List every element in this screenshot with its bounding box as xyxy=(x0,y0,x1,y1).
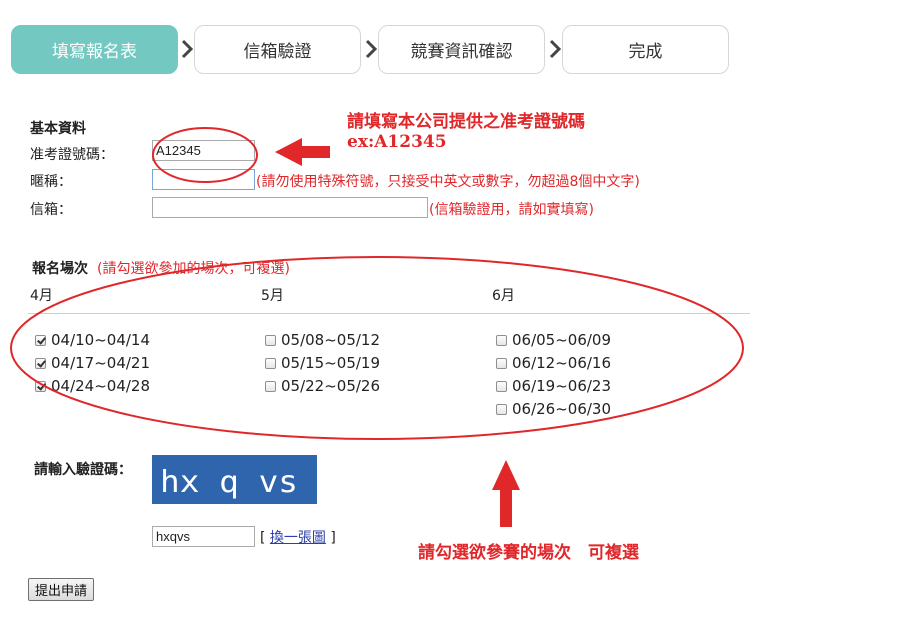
session-checkbox[interactable]: 04/10~04/14 xyxy=(35,331,150,349)
month-may-label: 5月 xyxy=(261,288,284,304)
step-fill-form: 填寫報名表 xyxy=(11,25,178,74)
checkbox-icon[interactable] xyxy=(496,403,507,415)
checkbox-icon[interactable] xyxy=(265,334,276,346)
checkbox-icon[interactable] xyxy=(265,357,276,369)
chevron-right-icon xyxy=(548,39,562,59)
month-june-label: 6月 xyxy=(492,288,515,304)
session-checkbox[interactable]: 06/05~06/09 xyxy=(496,331,611,349)
annotation-arrow-up-icon xyxy=(492,460,520,527)
email-hint: (信箱驗證用，請如實填寫) xyxy=(429,202,594,218)
step-confirm-info: 競賽資訊確認 xyxy=(378,25,545,74)
chevron-right-icon xyxy=(180,39,194,59)
divider xyxy=(28,313,750,314)
exam-id-input[interactable] xyxy=(152,140,255,161)
email-input[interactable] xyxy=(152,197,428,218)
session-checkbox[interactable]: 06/19~06/23 xyxy=(496,377,611,395)
nickname-label: 暱稱： xyxy=(30,174,72,190)
nickname-hint: (請勿使用特殊符號，只接受中英文或數字，勿超過8個中文字) xyxy=(256,174,640,190)
step-email-verify: 信箱驗證 xyxy=(194,25,361,74)
sessions-title: 報名場次 xyxy=(32,261,88,277)
chevron-right-icon xyxy=(364,39,378,59)
session-checkbox[interactable]: 05/15~05/19 xyxy=(265,354,380,372)
checkbox-icon[interactable] xyxy=(35,380,46,392)
checkbox-icon[interactable] xyxy=(35,357,46,369)
session-checkbox[interactable]: 04/24~04/28 xyxy=(35,377,150,395)
month-april-label: 4月 xyxy=(30,288,53,304)
nickname-input[interactable] xyxy=(152,169,255,190)
step-done: 完成 xyxy=(562,25,729,74)
email-label: 信箱： xyxy=(30,202,72,218)
annotation-arrow-left-icon xyxy=(275,138,330,166)
annotation-id-note-line2: ex:A12345 xyxy=(347,132,447,152)
basic-info-title: 基本資料 xyxy=(30,121,86,137)
refresh-captcha-link[interactable]: 換一張圖 xyxy=(270,530,326,546)
captcha-image: hx q vs xyxy=(152,455,317,504)
session-checkbox[interactable]: 05/22~05/26 xyxy=(265,377,380,395)
annotation-overlay xyxy=(10,127,744,527)
captcha-label: 請輸入驗證碼： xyxy=(34,462,132,478)
annotation-id-note-line1: 請填寫本公司提供之准考證號碼 xyxy=(347,112,585,132)
checkbox-icon[interactable] xyxy=(496,334,507,346)
submit-button[interactable]: 提出申請 xyxy=(28,578,94,601)
checkbox-icon[interactable] xyxy=(496,357,507,369)
checkbox-icon[interactable] xyxy=(496,380,507,392)
captcha-image-text: hx q vs xyxy=(160,465,298,500)
session-checkbox[interactable]: 06/26~06/30 xyxy=(496,400,611,418)
sessions-hint: (請勾選欲參加的場次，可複選) xyxy=(97,261,290,277)
checkbox-icon[interactable] xyxy=(265,380,276,392)
annotation-session-note: 請勾選欲參賽的場次 可複選 xyxy=(418,543,639,563)
captcha-input[interactable] xyxy=(152,526,255,547)
refresh-captcha: [ 換一張圖 ] xyxy=(260,530,336,546)
session-checkbox[interactable]: 04/17~04/21 xyxy=(35,354,150,372)
session-checkbox[interactable]: 06/12~06/16 xyxy=(496,354,611,372)
checkbox-icon[interactable] xyxy=(35,334,46,346)
exam-id-label: 准考證號碼： xyxy=(30,147,114,163)
session-checkbox[interactable]: 05/08~05/12 xyxy=(265,331,380,349)
